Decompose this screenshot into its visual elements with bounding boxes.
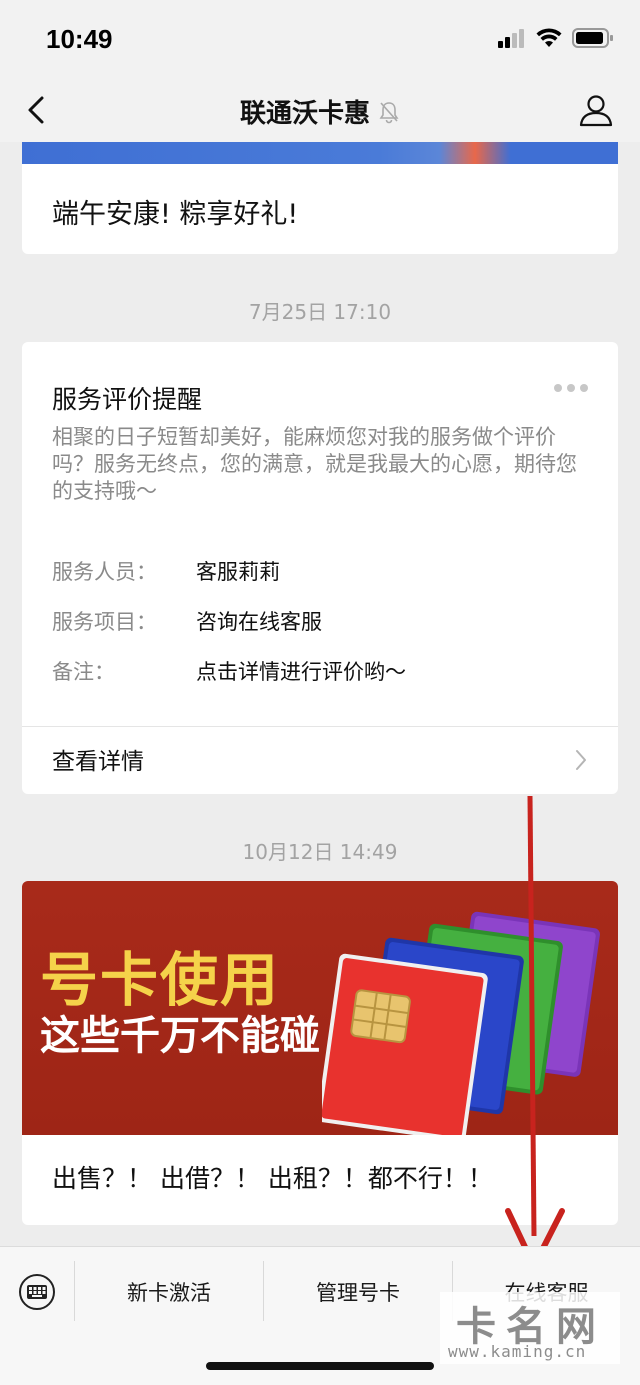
more-options-icon[interactable] <box>554 384 588 392</box>
annotation-arrow <box>505 796 565 1269</box>
view-details-link[interactable]: 查看详情 <box>52 742 144 776</box>
card-title: 服务评价提醒 <box>52 385 203 414</box>
menu-item-manage-card[interactable]: 管理号卡 <box>264 1261 452 1323</box>
cellular-signal-icon <box>498 29 524 48</box>
article-title: 端午安康! 粽享好礼! <box>52 199 299 230</box>
info-value: 客服莉莉 <box>196 560 280 584</box>
message-timestamp: 7月25日 17:10 <box>248 300 392 324</box>
battery-icon <box>572 28 613 48</box>
page-title: 联通沃卡惠 <box>239 99 370 129</box>
chevron-right-icon <box>576 750 586 770</box>
nav-bar: 联通沃卡惠 <box>0 78 640 142</box>
info-label: 备注： <box>52 660 115 684</box>
profile-icon[interactable] <box>578 92 614 128</box>
nav-title-wrap: 联通沃卡惠 <box>0 93 640 130</box>
status-bar: 10:49 <box>0 0 640 78</box>
info-label: 服务人员： <box>52 560 157 584</box>
info-label: 服务项目： <box>52 610 157 634</box>
info-value: 点击详情进行评价哟～ <box>196 660 406 684</box>
keyboard-toggle-icon[interactable] <box>18 1273 56 1311</box>
home-indicator <box>206 1362 434 1370</box>
watermark-domain: www.kaming.cn <box>448 1342 587 1361</box>
card-divider <box>22 726 618 727</box>
card-description: 相聚的日子短暂却美好，能麻烦您对我的服务做个评价吗？服务无终点，您的满意，就是我… <box>52 425 577 503</box>
article-card-dragon-boat[interactable]: 端午安康! 粽享好礼! <box>22 142 618 254</box>
article-caption: 出售？！ 出借？！ 出租？！都不行！！ <box>52 1164 493 1193</box>
info-value: 咨询在线客服 <box>196 610 322 634</box>
status-time: 10:49 <box>46 24 113 54</box>
service-evaluation-card[interactable]: 服务评价提醒 相聚的日子短暂却美好，能麻烦您对我的服务做个评价吗？服务无终点，您… <box>22 342 618 794</box>
watermark: 卡名网 www.kaming.cn <box>440 1292 620 1364</box>
wifi-icon <box>536 28 562 47</box>
menu-item-activate-card[interactable]: 新卡激活 <box>75 1261 263 1323</box>
mute-bell-icon <box>379 101 399 123</box>
article-banner-strip <box>22 142 618 164</box>
banner-subheadline: 这些千万不能碰 <box>40 1013 320 1059</box>
status-icons <box>498 28 614 48</box>
